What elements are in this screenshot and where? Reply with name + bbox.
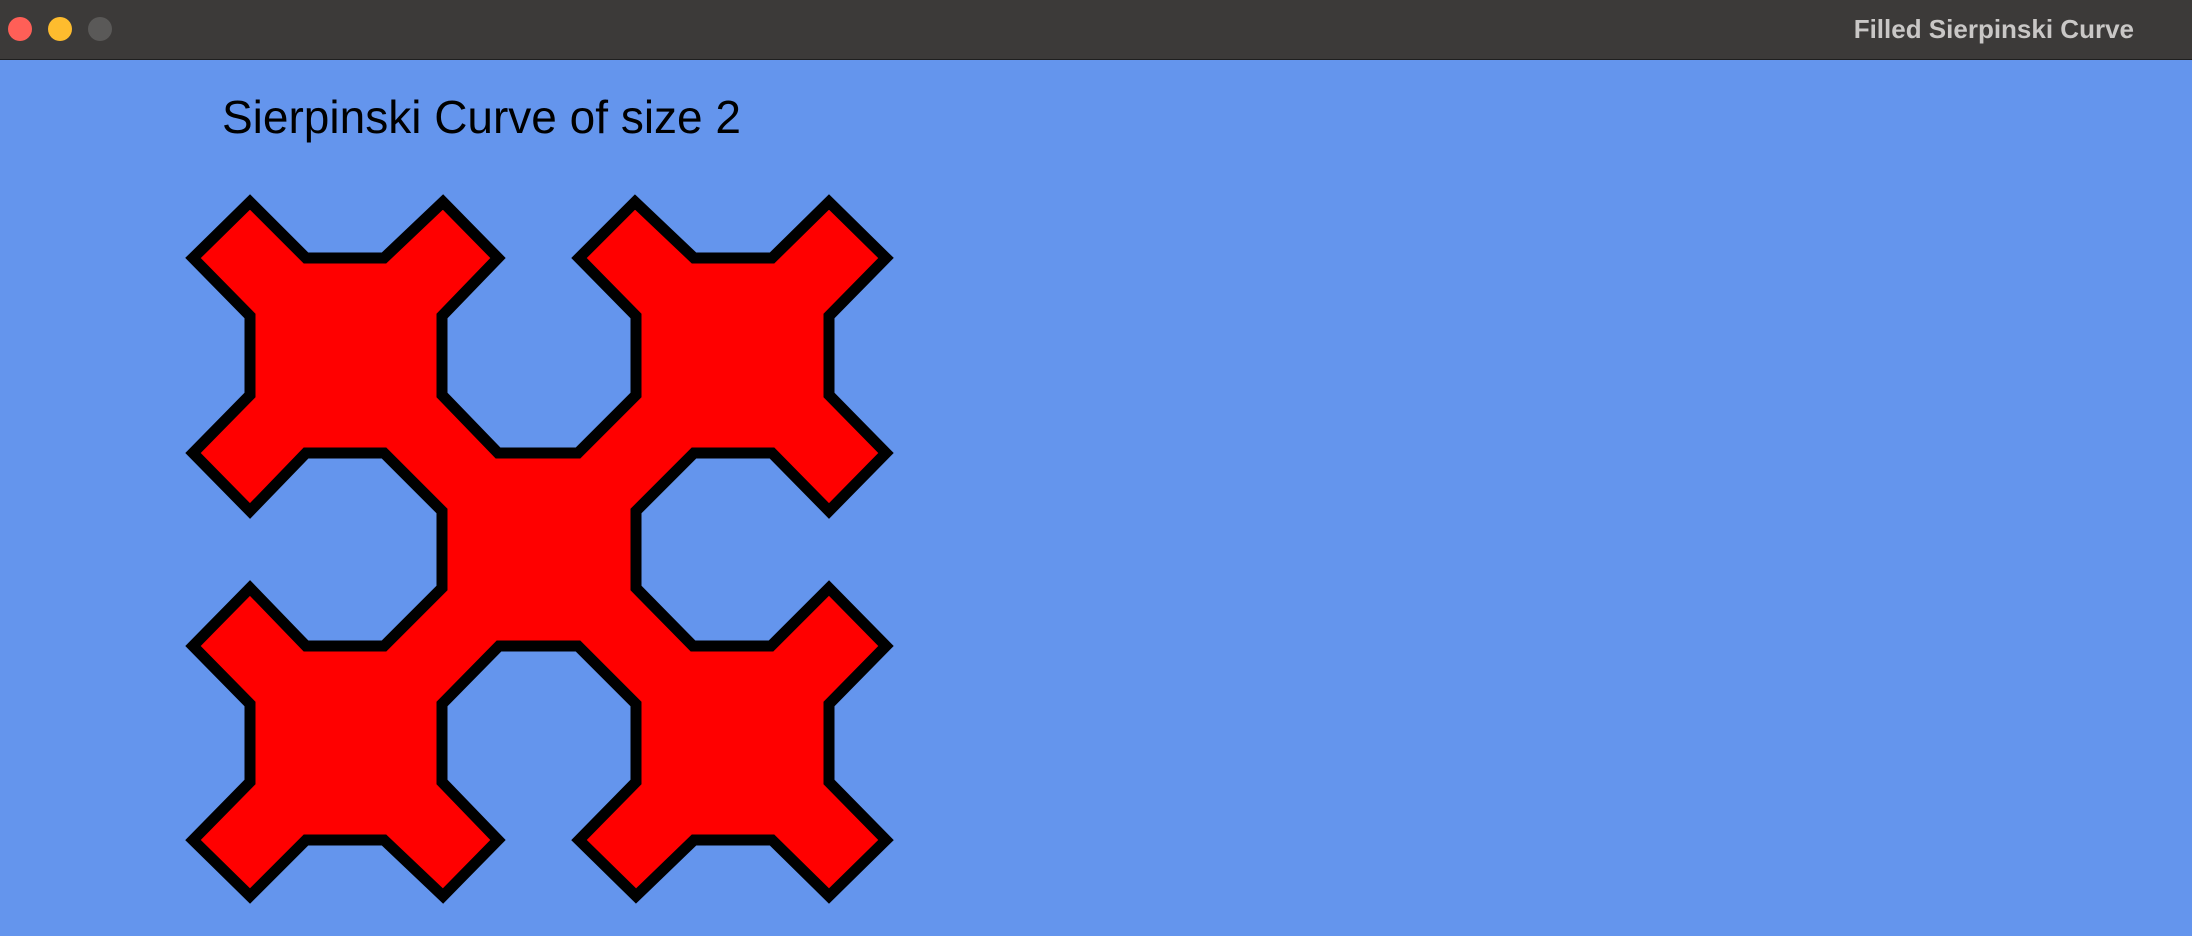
drawing-canvas: Sierpinski Curve of size 2 [0,60,2192,936]
title-bar: Filled Sierpinski Curve [0,0,2192,60]
app-window: Filled Sierpinski Curve Sierpinski Curve… [0,0,2192,936]
sierpinski-curve-shape [185,194,894,904]
close-button[interactable] [8,17,32,41]
window-title: Filled Sierpinski Curve [1853,14,2134,44]
sierpinski-curve-drawing [185,194,894,904]
maximize-button[interactable] [88,17,112,41]
minimize-button[interactable] [48,17,72,41]
